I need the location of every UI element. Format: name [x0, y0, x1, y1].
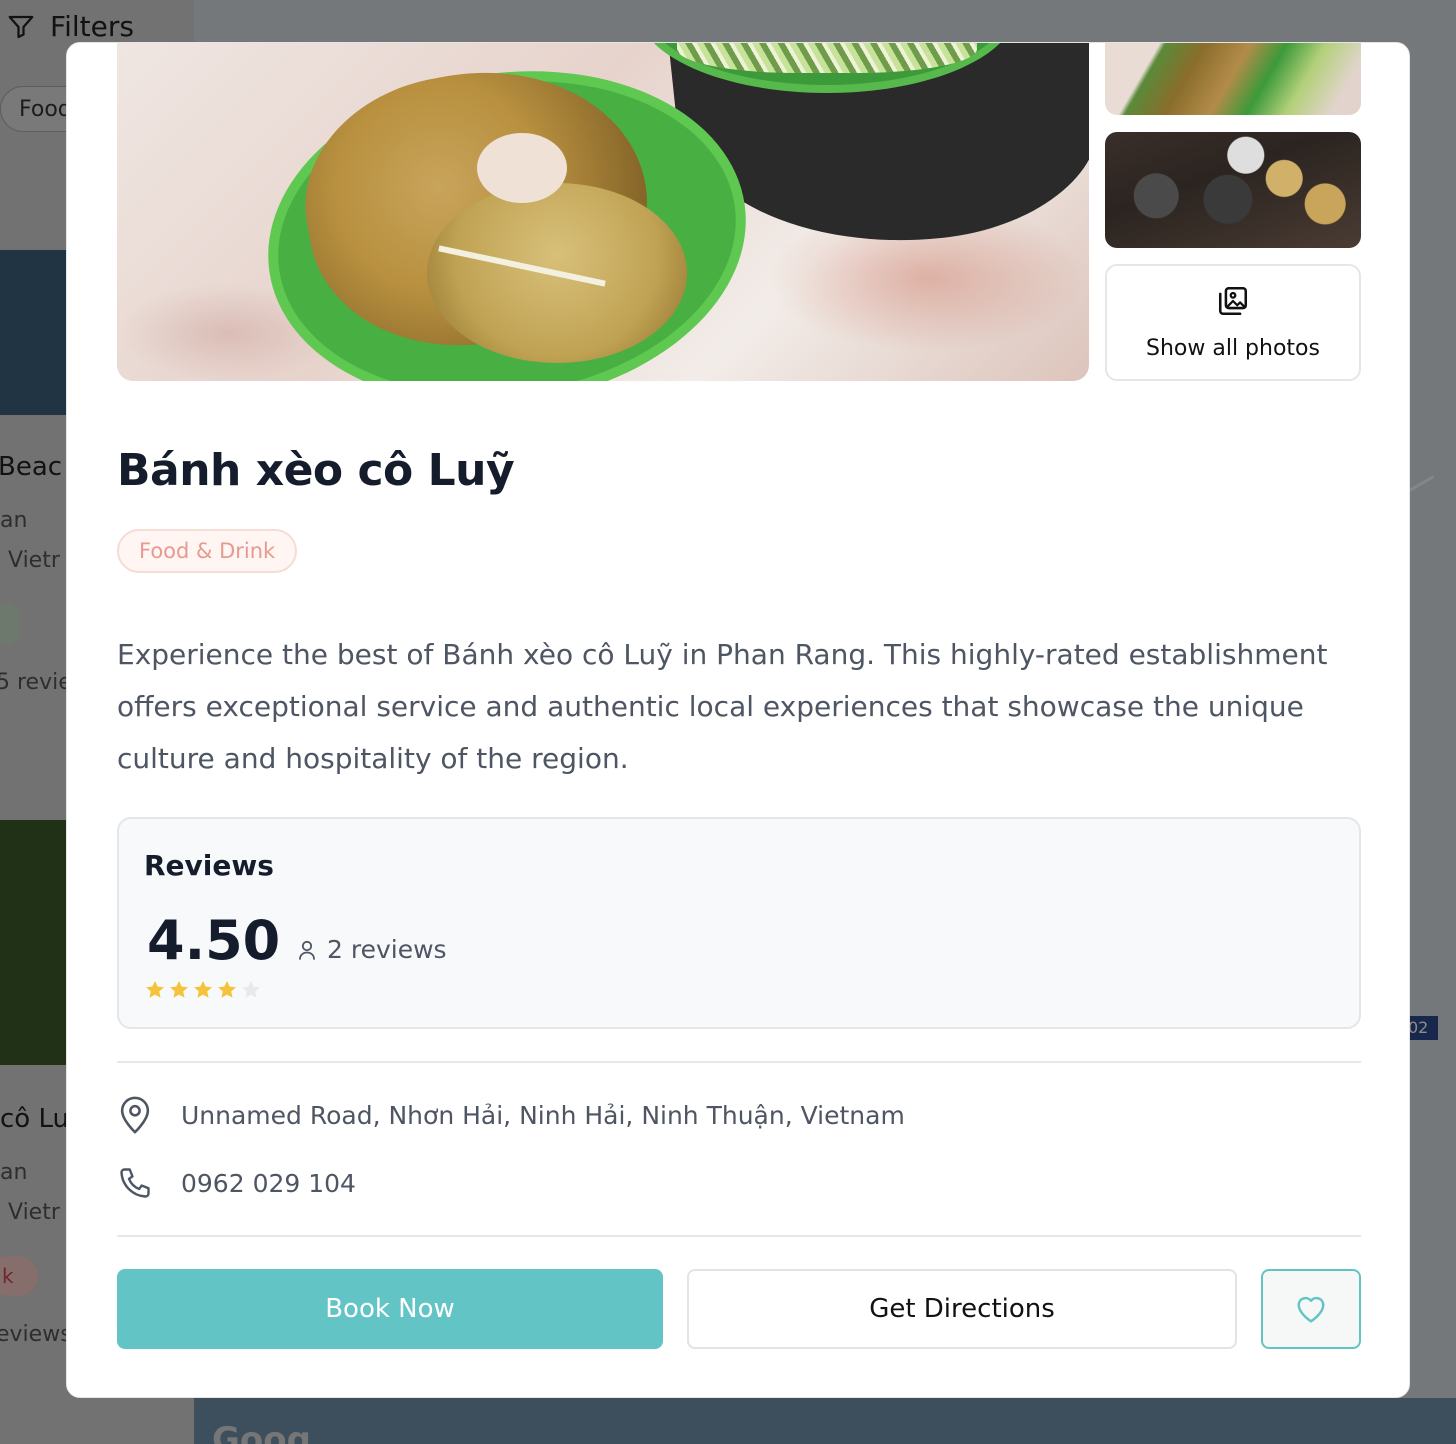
phone-icon: [120, 1168, 150, 1198]
divider: [117, 1235, 1361, 1237]
map-pin-icon: [120, 1096, 150, 1134]
category-badge: Food & Drink: [117, 529, 298, 573]
place-title: Bánh xèo cô Luỹ: [117, 445, 515, 496]
user-icon: [299, 940, 315, 960]
show-all-photos-label: Show all photos: [1146, 336, 1320, 361]
main-photo[interactable]: [117, 43, 1089, 381]
images-icon: [1218, 286, 1248, 316]
star-empty-icon: [242, 980, 260, 998]
divider: [117, 1061, 1361, 1063]
heart-icon: [1297, 1296, 1325, 1323]
address-text: Unnamed Road, Nhơn Hải, Ninh Hải, Ninh T…: [181, 1100, 905, 1130]
star-filled-icon: [146, 980, 164, 998]
review-count-label: 2 reviews: [327, 935, 447, 964]
place-detail-modal: Show all photos Bánh xèo cô Luỹ Food & D…: [66, 42, 1410, 1398]
book-now-button[interactable]: Book Now: [117, 1269, 663, 1349]
photo-thumbnail[interactable]: [1105, 43, 1361, 115]
address-row: Unnamed Road, Nhơn Hải, Ninh Hải, Ninh T…: [117, 1095, 905, 1135]
phone-number[interactable]: 0962 029 104: [181, 1169, 356, 1198]
star-filled-icon: [170, 980, 188, 998]
review-count[interactable]: 2 reviews: [297, 935, 447, 964]
star-filled-icon: [194, 980, 212, 998]
photo-thumbnail[interactable]: [1105, 132, 1361, 248]
reviews-section: Reviews 4.50 2 reviews: [117, 817, 1361, 1029]
star-rating: [144, 979, 262, 1001]
favorite-button[interactable]: [1261, 1269, 1361, 1349]
rating-value: 4.50: [147, 909, 281, 972]
show-all-photos-button[interactable]: Show all photos: [1105, 264, 1361, 381]
get-directions-button[interactable]: Get Directions: [687, 1269, 1237, 1349]
phone-row[interactable]: 0962 029 104: [117, 1163, 356, 1203]
reviews-heading: Reviews: [144, 849, 274, 882]
place-description: Experience the best of Bánh xèo cô Luỹ i…: [117, 638, 1328, 775]
star-filled-icon: [218, 980, 236, 998]
